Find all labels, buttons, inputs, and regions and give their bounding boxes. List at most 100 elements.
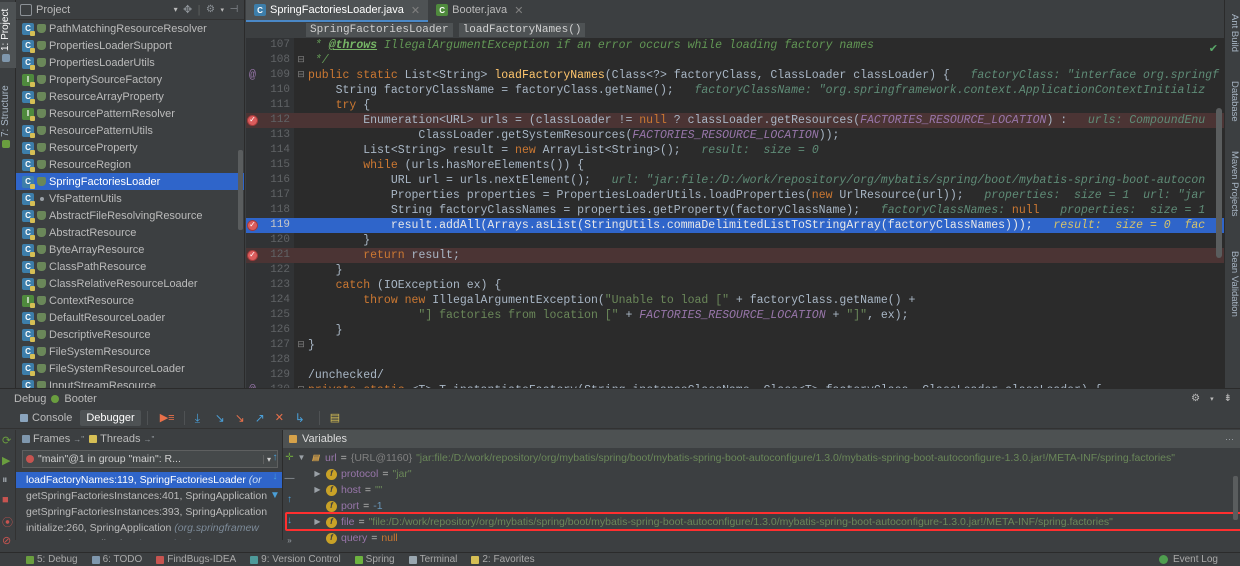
project-tree-scrollbar[interactable]	[238, 150, 243, 230]
gear-icon[interactable]: ⚙	[204, 4, 216, 16]
down-icon[interactable]: ↓	[287, 515, 292, 526]
frame-list[interactable]: loadFactoryNames:119, SpringFactoriesLoa…	[16, 472, 282, 540]
editor-vertical-scrollbar[interactable]	[1216, 108, 1222, 258]
collapse-all-icon[interactable]: ✥	[182, 4, 194, 16]
code-line[interactable]: 115 while (urls.hasMoreElements()) {	[246, 158, 1224, 173]
chevron-down-icon[interactable]: ▾	[1210, 395, 1214, 403]
tree-item[interactable]: C DefaultResourceLoader	[16, 309, 244, 326]
tree-item[interactable]: C ResourceRegion	[16, 156, 244, 173]
code-line[interactable]: ✓ 112 Enumeration<URL> urls = (classLoade…	[246, 113, 1224, 128]
evaluate-expression-icon[interactable]: ▤	[330, 411, 344, 425]
code-line[interactable]: @109 ⊟ public static List<String> loadFact…	[246, 68, 1224, 83]
breadcrumb-method[interactable]: loadFactoryNames()	[458, 23, 586, 37]
up-icon[interactable]: ↑	[273, 452, 278, 463]
project-tree[interactable]: C PathMatchingResourceResolver C Properties…	[16, 20, 244, 388]
up-icon[interactable]: ↑	[287, 494, 292, 505]
show-execution-point-icon[interactable]: ▶≡	[160, 411, 175, 425]
resume-icon[interactable]: ▶	[2, 454, 13, 467]
variable-row[interactable]: f port = -1	[297, 498, 1232, 514]
tree-item[interactable]: C DescriptiveResource	[16, 326, 244, 343]
code-line[interactable]: 129/unchecked/	[246, 368, 1224, 383]
filter-icon[interactable]: ▼	[270, 490, 280, 501]
tree-item[interactable]: I ResourcePatternResolver	[16, 105, 244, 122]
tree-item[interactable]: C VfsPatternUtils	[16, 190, 244, 207]
status-item-todo[interactable]: 6: TODO	[91, 554, 142, 565]
down-icon[interactable]: ↓	[273, 471, 278, 482]
pin-icon[interactable]: ⇟	[1224, 393, 1232, 404]
chevron-right-icon[interactable]: ▶	[313, 482, 322, 498]
rerun-icon[interactable]: ⟳	[2, 434, 13, 447]
code-line[interactable]: 108 ⊟ */	[246, 53, 1224, 68]
code-line[interactable]: 125 "] factories from location [" + FACT…	[246, 308, 1224, 323]
code-line[interactable]: 128	[246, 353, 1224, 368]
thread-selector[interactable]: "main"@1 in group "main": R... ▾	[22, 450, 278, 468]
status-item-favorites[interactable]: 2: Favorites	[471, 554, 535, 565]
tree-item[interactable]: C ResourcePatternUtils	[16, 122, 244, 139]
code-line[interactable]: 107 * @throws IllegalArgumentException i…	[246, 38, 1224, 53]
frame-row[interactable]: :236, SpringApplication (org.springframe…	[16, 536, 282, 540]
tree-item[interactable]: C AbstractFileResolvingResource	[16, 207, 244, 224]
tool-button-database[interactable]: Database	[1224, 70, 1240, 132]
code-line[interactable]: 123 catch (IOException ex) {	[246, 278, 1224, 293]
breadcrumb-class[interactable]: SpringFactoriesLoader	[306, 23, 453, 37]
tool-button-project[interactable]: 1: Project	[0, 2, 16, 68]
frame-row[interactable]: initialize:260, SpringApplication (org.s…	[16, 520, 282, 536]
gear-icon[interactable]: ⚙	[1191, 393, 1200, 404]
code-line[interactable]: 124 throw new IllegalArgumentException("…	[246, 293, 1224, 308]
force-step-into-icon[interactable]: ↘	[235, 411, 249, 425]
variable-row[interactable]: ▼ ▤ url = {URL@1160} "jar:file:/D:/work/repos…	[297, 450, 1232, 466]
tree-item[interactable]: C ResourceProperty	[16, 139, 244, 156]
remove-icon[interactable]: —	[285, 473, 295, 484]
tree-item[interactable]: C SpringFactoriesLoader	[16, 173, 244, 190]
chevron-down-icon[interactable]: ▾	[174, 5, 178, 14]
tool-button-structure[interactable]: 7: Structure	[0, 78, 16, 156]
code-line[interactable]: 122 }	[246, 263, 1224, 278]
tree-item[interactable]: C InputStreamResource	[16, 377, 244, 388]
editor-tab-booter[interactable]: C Booter.java ✕	[428, 0, 531, 22]
fold-toggle-icon[interactable]: ⊟	[296, 338, 306, 353]
code-line[interactable]: ✓ 119 result.addAll(Arrays.asList(StringU…	[246, 218, 1224, 233]
chevron-right-icon[interactable]: ▶	[313, 466, 322, 482]
chevron-down-icon-settings[interactable]: ▾	[220, 6, 224, 14]
tree-item[interactable]: I ContextResource	[16, 292, 244, 309]
tab-debugger[interactable]: Debugger	[80, 410, 141, 426]
editor-tab-springfactoriesloader[interactable]: C SpringFactoriesLoader.java ✕	[246, 0, 429, 22]
code-line[interactable]: 126 }	[246, 323, 1224, 338]
drop-frame-icon[interactable]: ✕	[275, 411, 289, 425]
more-icon[interactable]: »	[287, 536, 291, 545]
frame-row[interactable]: getSpringFactoriesInstances:393, SpringA…	[16, 504, 282, 520]
status-item-debug[interactable]: 5: Debug	[26, 554, 78, 565]
code-line[interactable]: 120 }	[246, 233, 1224, 248]
tree-item[interactable]: C ClassPathResource	[16, 258, 244, 275]
tree-item[interactable]: C AbstractResource	[16, 224, 244, 241]
status-item-spring[interactable]: Spring	[354, 554, 395, 565]
code-line[interactable]: 127 ⊟}	[246, 338, 1224, 353]
step-over-icon[interactable]: ⤓	[195, 411, 209, 425]
more-icon[interactable]: ⋯	[1225, 434, 1240, 445]
code-line[interactable]: 114 List<String> result = new ArrayList<…	[246, 143, 1224, 158]
code-line[interactable]: 117 Properties properties = PropertiesLo…	[246, 188, 1224, 203]
code-line[interactable]: 116 URL url = urls.nextElement(); url: "…	[246, 173, 1224, 188]
step-out-icon[interactable]: ↗	[255, 411, 269, 425]
close-icon[interactable]: ✕	[411, 4, 420, 17]
variable-row[interactable]: ▶ f file = "file:/D:/work/repository/org/myb…	[297, 514, 1232, 530]
tree-item[interactable]: C ByteArrayResource	[16, 241, 244, 258]
step-into-icon[interactable]: ↘	[215, 411, 229, 425]
tree-item[interactable]: C FileSystemResource	[16, 343, 244, 360]
mute-breakpoints-icon[interactable]: ⊘	[2, 534, 13, 547]
tool-button-ant-build[interactable]: Ant Build	[1224, 2, 1240, 64]
tab-frames[interactable]: Frames →"	[22, 433, 84, 445]
stop-icon[interactable]: ■	[2, 494, 13, 506]
tool-button-maven-projects[interactable]: Maven Projects	[1224, 138, 1240, 230]
tab-threads[interactable]: Threads →"	[89, 433, 154, 445]
code-editor[interactable]: 107 * @throws IllegalArgumentException i…	[246, 38, 1224, 388]
tree-item[interactable]: C ClassRelativeResourceLoader	[16, 275, 244, 292]
hide-icon[interactable]: ⊣	[228, 4, 240, 16]
variables-tree[interactable]: ▼ ▤ url = {URL@1160} "jar:file:/D:/work/repos…	[285, 450, 1240, 544]
variable-row[interactable]: ▶ f protocol = "jar"	[297, 466, 1232, 482]
status-item-event-log[interactable]: Event Log	[1158, 554, 1240, 565]
tree-item[interactable]: I PropertySourceFactory	[16, 71, 244, 88]
tree-item[interactable]: C FileSystemResourceLoader	[16, 360, 244, 377]
frame-row[interactable]: getSpringFactoriesInstances:401, SpringA…	[16, 488, 282, 504]
code-line[interactable]: 111 try {	[246, 98, 1224, 113]
